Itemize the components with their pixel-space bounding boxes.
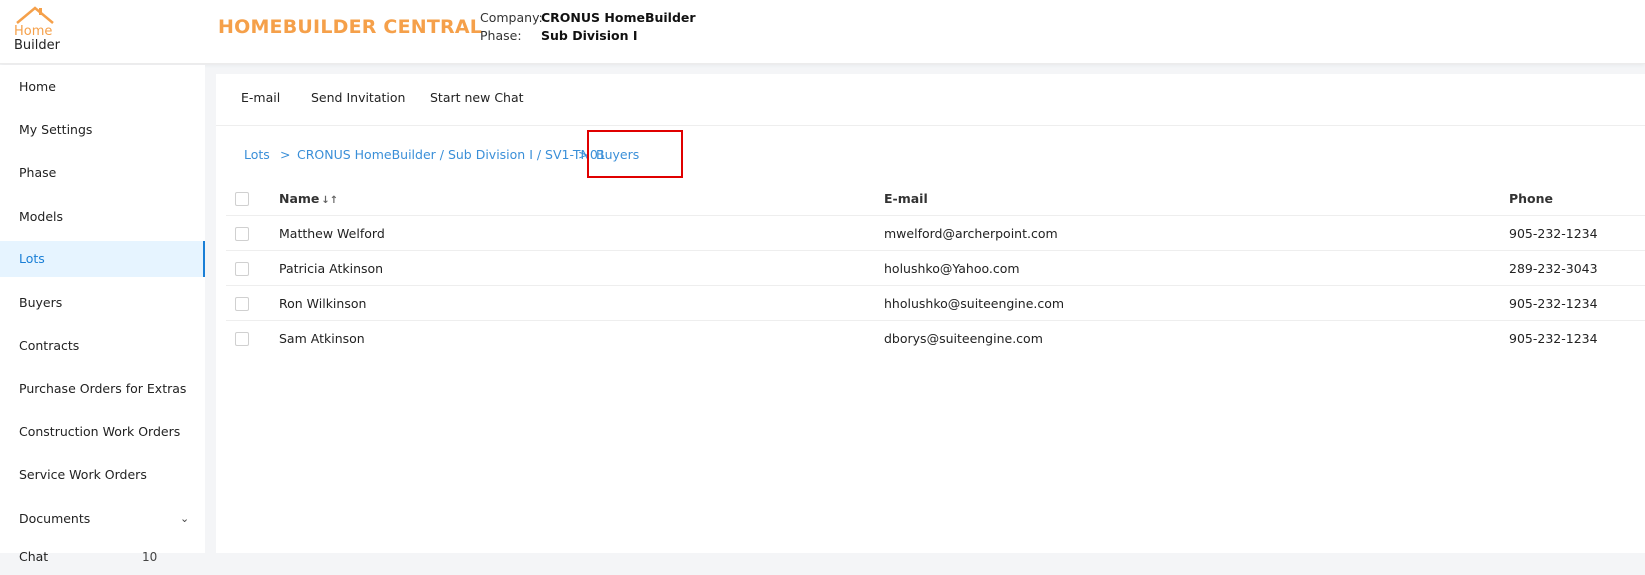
action-toolbar: E-mail Send Invitation Start new Chat bbox=[216, 74, 1645, 126]
company-value: CRONUS HomeBuilder bbox=[541, 10, 696, 25]
highlight-box bbox=[587, 130, 683, 178]
buyer-email: hholushko@suiteengine.com bbox=[884, 296, 1065, 311]
row-checkbox[interactable] bbox=[235, 297, 249, 311]
breadcrumb-lots-link[interactable]: Lots bbox=[244, 147, 270, 162]
column-header-email[interactable]: E-mail bbox=[884, 182, 928, 216]
buyer-email: holushko@Yahoo.com bbox=[884, 261, 1020, 276]
sidebar-item-label: Construction Work Orders bbox=[19, 424, 181, 439]
table-row[interactable]: Sam Atkinson dborys@suiteengine.com 905-… bbox=[226, 322, 1645, 356]
buyer-email: mwelford@archerpoint.com bbox=[884, 226, 1058, 241]
buyer-email: dborys@suiteengine.com bbox=[884, 331, 1043, 346]
sidebar-item-chat[interactable]: Chat 10 bbox=[0, 539, 205, 575]
chat-count-badge: 10 bbox=[142, 550, 158, 564]
column-header-name[interactable]: Name ↓↑ bbox=[279, 182, 338, 218]
select-all-checkbox[interactable] bbox=[235, 192, 249, 206]
sidebar-item-lots[interactable]: Lots bbox=[0, 241, 205, 277]
sidebar-item-label: Chat bbox=[19, 549, 49, 564]
buyer-phone: 289-232-3043 bbox=[1509, 261, 1598, 276]
main-content: E-mail Send Invitation Start new Chat Lo… bbox=[216, 74, 1645, 553]
row-checkbox[interactable] bbox=[235, 262, 249, 276]
column-header-phone[interactable]: Phone bbox=[1509, 182, 1553, 216]
sidebar-item-construction-work-orders[interactable]: Construction Work Orders bbox=[0, 414, 205, 450]
sidebar-item-label: Phase bbox=[19, 165, 57, 180]
sidebar-item-label: Models bbox=[19, 209, 64, 224]
buyer-name: Sam Atkinson bbox=[279, 331, 365, 346]
sidebar-item-home[interactable]: Home bbox=[0, 69, 205, 105]
buyer-phone: 905-232-1234 bbox=[1509, 331, 1598, 346]
app-title: HOMEBUILDER CENTRAL bbox=[218, 16, 483, 38]
sidebar-item-label: Buyers bbox=[19, 295, 63, 310]
sidebar-item-my-settings[interactable]: My Settings bbox=[0, 112, 205, 148]
buyer-phone: 905-232-1234 bbox=[1509, 226, 1598, 241]
company-label: Company: bbox=[480, 10, 543, 25]
sort-icon[interactable]: ↓↑ bbox=[321, 195, 338, 206]
breadcrumb-lot-path-link[interactable]: CRONUS HomeBuilder / Sub Division I / SV… bbox=[297, 147, 606, 162]
sidebar-item-contracts[interactable]: Contracts bbox=[0, 328, 205, 364]
sidebar-item-label: Documents bbox=[19, 511, 91, 526]
sidebar-item-label: My Settings bbox=[19, 122, 93, 137]
buyer-name: Ron Wilkinson bbox=[279, 296, 367, 311]
sidebar-item-label: Service Work Orders bbox=[19, 467, 147, 482]
phase-label: Phase: bbox=[480, 28, 522, 43]
sidebar-nav: Home My Settings Phase Models Lots Buyer… bbox=[0, 65, 205, 564]
table-row[interactable]: Ron Wilkinson hholushko@suiteengine.com … bbox=[226, 287, 1645, 321]
table-header-row: Name ↓↑ E-mail Phone bbox=[226, 182, 1645, 216]
app-header: Home Builder HOMEBUILDER CENTRAL Company… bbox=[0, 0, 1645, 64]
buyer-name: Matthew Welford bbox=[279, 226, 385, 241]
sidebar-item-purchase-orders-extras[interactable]: Purchase Orders for Extras bbox=[0, 371, 205, 407]
sidebar-item-documents[interactable]: Documents ⌄ bbox=[0, 501, 205, 537]
company-phase-info: Company: CRONUS HomeBuilder Phase: Sub D… bbox=[480, 9, 696, 45]
homebuilder-logo[interactable]: Home Builder bbox=[12, 5, 60, 53]
buyer-phone: 905-232-1234 bbox=[1509, 296, 1598, 311]
sidebar-item-label: Lots bbox=[19, 251, 45, 266]
sidebar-item-label: Contracts bbox=[19, 338, 80, 353]
sidebar-item-buyers[interactable]: Buyers bbox=[0, 285, 205, 321]
table-row[interactable]: Matthew Welford mwelford@archerpoint.com… bbox=[226, 217, 1645, 251]
logo-text-builder: Builder bbox=[14, 38, 60, 53]
column-header-label: Name bbox=[279, 191, 320, 206]
buyer-name: Patricia Atkinson bbox=[279, 261, 384, 276]
table-row[interactable]: Patricia Atkinson holushko@Yahoo.com 289… bbox=[226, 252, 1645, 286]
send-invitation-button[interactable]: Send Invitation bbox=[311, 90, 405, 105]
sidebar-item-service-work-orders[interactable]: Service Work Orders bbox=[0, 457, 205, 493]
sidebar-item-label: Purchase Orders for Extras bbox=[19, 381, 187, 396]
row-checkbox[interactable] bbox=[235, 227, 249, 241]
row-checkbox[interactable] bbox=[235, 332, 249, 346]
sidebar-item-label: Home bbox=[19, 79, 56, 94]
sidebar-item-phase[interactable]: Phase bbox=[0, 155, 205, 191]
chevron-down-icon: ⌄ bbox=[180, 512, 190, 525]
sidebar-item-models[interactable]: Models bbox=[0, 199, 205, 235]
breadcrumb-separator: > bbox=[280, 147, 291, 162]
start-new-chat-button[interactable]: Start new Chat bbox=[430, 90, 524, 105]
logo-text-home: Home bbox=[14, 24, 53, 39]
email-button[interactable]: E-mail bbox=[241, 90, 280, 105]
phase-value: Sub Division I bbox=[541, 28, 638, 43]
